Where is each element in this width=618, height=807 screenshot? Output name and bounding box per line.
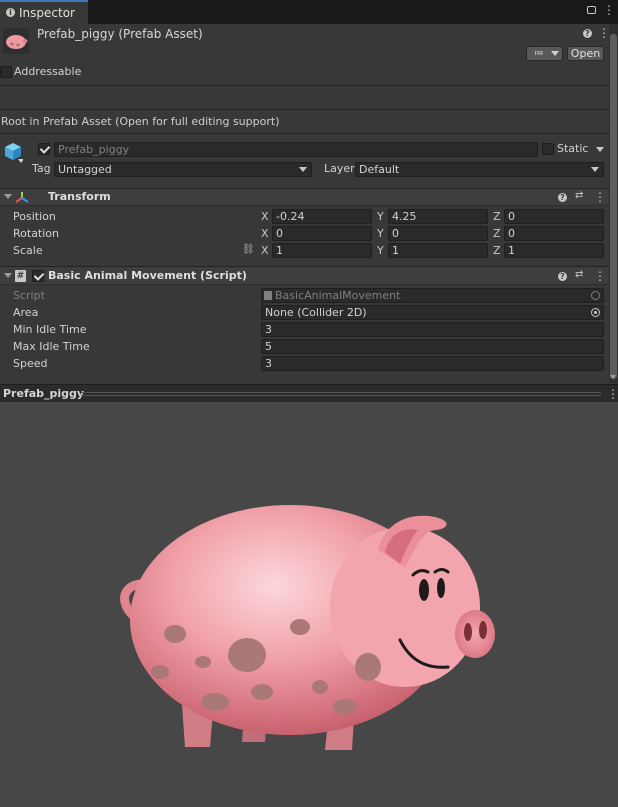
scroll-down-arrow-icon[interactable] <box>610 375 616 379</box>
chevron-down-icon <box>299 167 307 172</box>
help-icon[interactable]: ? <box>583 29 592 38</box>
preview-title: Prefab_piggy <box>3 387 85 400</box>
presets-icon[interactable]: ⇄ <box>575 269 583 280</box>
movement-header[interactable]: # Basic Animal Movement (Script) ? ⇄ ⋮ <box>0 266 618 285</box>
script-label: Script <box>13 289 45 302</box>
root-notice: Root in Prefab Asset (Open for full edit… <box>1 115 280 128</box>
transform-icon <box>15 192 29 203</box>
cube-icon <box>5 143 24 163</box>
preview-resize-handle[interactable] <box>81 392 601 396</box>
addressable-label: Addressable <box>14 65 82 78</box>
preview-menu-icon[interactable]: ⋮ <box>607 387 618 401</box>
scale-label[interactable]: Scale <box>13 244 43 258</box>
max-idle-field[interactable]: 5 <box>261 339 604 354</box>
preview-header[interactable]: Prefab_piggy ⋮ <box>0 384 618 402</box>
layer-value: Default <box>359 163 400 176</box>
divider <box>0 85 618 86</box>
tag-value: Untagged <box>58 163 112 176</box>
help-icon[interactable]: ? <box>558 272 567 281</box>
axis-y-label[interactable]: Y <box>377 210 384 224</box>
rotation-x-field[interactable]: 0 <box>272 226 372 241</box>
lock-icon[interactable] <box>587 6 596 14</box>
speed-field[interactable]: 3 <box>261 356 604 371</box>
foldout-arrow-icon[interactable] <box>4 194 12 199</box>
axis-x-label[interactable]: X <box>261 227 269 241</box>
help-icon[interactable]: ? <box>558 193 567 202</box>
foldout-arrow-icon[interactable] <box>4 273 12 278</box>
preview-area[interactable] <box>0 402 618 807</box>
axis-z-label[interactable]: Z <box>493 244 501 258</box>
tag-dropdown[interactable]: Untagged <box>54 162 312 177</box>
axis-z-label[interactable]: Z <box>493 227 501 241</box>
axis-x-label[interactable]: X <box>261 210 269 224</box>
area-field[interactable]: None (Collider 2D) <box>261 305 604 320</box>
axis-y-label[interactable]: Y <box>377 227 384 241</box>
position-x-field[interactable]: -0.24 <box>272 209 372 224</box>
gameobject-icon <box>3 142 24 167</box>
position-label[interactable]: Position <box>13 210 56 224</box>
divider <box>0 109 618 110</box>
speed-label[interactable]: Speed <box>13 357 47 371</box>
tag-label: Tag <box>32 162 51 175</box>
scale-z-field[interactable]: 1 <box>504 243 604 258</box>
addressable-checkbox[interactable] <box>0 66 12 78</box>
chevron-down-icon <box>591 167 599 172</box>
script-file-icon <box>264 291 272 300</box>
rotation-label[interactable]: Rotation <box>13 227 59 241</box>
context-menu-icon[interactable]: ⋮ <box>594 190 606 204</box>
script-value: BasicAnimalMovement <box>275 289 401 302</box>
list-icon: ≔ <box>534 48 544 59</box>
axis-z-label[interactable]: Z <box>493 210 501 224</box>
max-idle-label[interactable]: Max Idle Time <box>13 340 90 354</box>
min-idle-label[interactable]: Min Idle Time <box>13 323 86 337</box>
pig-thumbnail-icon <box>6 35 28 49</box>
axis-y-label[interactable]: Y <box>377 244 384 258</box>
static-checkbox[interactable] <box>542 143 554 155</box>
static-dropdown-icon[interactable] <box>596 147 604 152</box>
area-label[interactable]: Area <box>13 306 38 320</box>
rotation-z-field[interactable]: 0 <box>504 226 604 241</box>
pig-preview-image <box>120 505 495 750</box>
tab-inspector[interactable]: i Inspector <box>0 0 88 24</box>
min-idle-field[interactable]: 3 <box>261 322 604 337</box>
more-menu-icon[interactable]: ⋮ <box>603 4 615 16</box>
constrain-proportions-icon[interactable]: ⛓ <box>242 244 255 255</box>
axis-x-label[interactable]: X <box>261 244 269 258</box>
object-picker-icon <box>591 291 600 300</box>
info-icon: i <box>6 8 15 17</box>
chevron-down-icon <box>551 51 559 56</box>
active-toggle[interactable] <box>38 143 50 155</box>
prefab-thumbnail <box>3 28 29 54</box>
context-menu-icon[interactable]: ⋮ <box>594 269 606 283</box>
layer-label: Layer <box>324 162 355 175</box>
area-value: None (Collider 2D) <box>265 306 367 319</box>
position-y-field[interactable]: 4.25 <box>388 209 488 224</box>
transform-header[interactable]: Transform ? ⇄ ⋮ <box>0 188 618 206</box>
inspector-scrollbar[interactable] <box>609 24 618 383</box>
transform-title: Transform <box>48 190 111 203</box>
tab-label: Inspector <box>19 6 75 20</box>
position-z-field[interactable]: 0 <box>504 209 604 224</box>
divider <box>0 133 618 134</box>
list-dropdown-button[interactable]: ≔ <box>526 46 563 61</box>
script-enabled-toggle[interactable] <box>32 270 44 282</box>
layer-dropdown[interactable]: Default <box>355 162 604 177</box>
gameobject-name-field[interactable]: Prefab_piggy <box>54 142 538 157</box>
rotation-y-field[interactable]: 0 <box>388 226 488 241</box>
asset-title: Prefab_piggy (Prefab Asset) <box>37 27 203 41</box>
open-button[interactable]: Open <box>567 46 604 61</box>
tab-bar <box>0 0 618 24</box>
static-label: Static <box>557 142 589 155</box>
script-field: BasicAnimalMovement <box>261 288 604 303</box>
scale-x-field[interactable]: 1 <box>272 243 372 258</box>
scale-y-field[interactable]: 1 <box>388 243 488 258</box>
object-picker-icon[interactable] <box>591 308 600 317</box>
scrollbar-thumb[interactable] <box>610 34 617 379</box>
script-icon: # <box>15 270 26 282</box>
presets-icon[interactable]: ⇄ <box>575 190 583 201</box>
movement-title: Basic Animal Movement (Script) <box>48 269 247 282</box>
